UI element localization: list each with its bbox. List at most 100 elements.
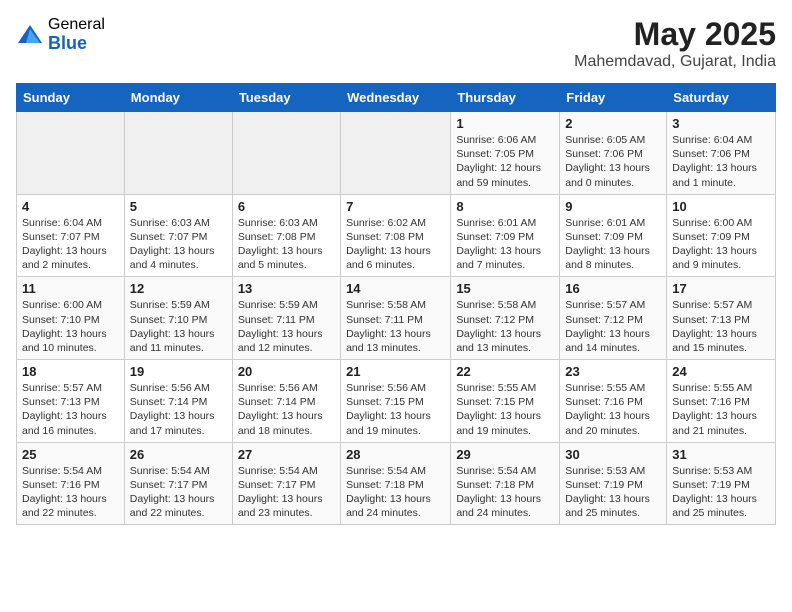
day-info: Sunrise: 6:06 AMSunset: 7:05 PMDaylight:… <box>456 133 554 190</box>
day-info: Sunrise: 5:59 AMSunset: 7:11 PMDaylight:… <box>238 298 335 355</box>
calendar-cell: 7 Sunrise: 6:02 AMSunset: 7:08 PMDaylight… <box>341 194 451 277</box>
day-info: Sunrise: 5:57 AMSunset: 7:13 PMDaylight:… <box>22 381 119 438</box>
calendar-week-row: 1 Sunrise: 6:06 AMSunset: 7:05 PMDaylight… <box>17 112 776 195</box>
day-info: Sunrise: 6:01 AMSunset: 7:09 PMDaylight:… <box>456 216 554 273</box>
day-number: 15 <box>456 281 554 296</box>
day-info: Sunrise: 5:59 AMSunset: 7:10 PMDaylight:… <box>130 298 227 355</box>
weekday-header: Sunday <box>17 84 125 112</box>
calendar-cell: 13 Sunrise: 5:59 AMSunset: 7:11 PMDayligh… <box>232 277 340 360</box>
day-number: 26 <box>130 447 227 462</box>
day-number: 16 <box>565 281 661 296</box>
day-number: 31 <box>672 447 770 462</box>
calendar-cell: 22 Sunrise: 5:55 AMSunset: 7:15 PMDayligh… <box>451 360 560 443</box>
day-info: Sunrise: 6:04 AMSunset: 7:06 PMDaylight:… <box>672 133 770 190</box>
day-info: Sunrise: 5:56 AMSunset: 7:14 PMDaylight:… <box>238 381 335 438</box>
calendar-cell <box>232 112 340 195</box>
day-number: 18 <box>22 364 119 379</box>
day-number: 3 <box>672 116 770 131</box>
calendar-cell: 9Sunrise: 6:01 AMSunset: 7:09 PMDaylight… <box>560 194 667 277</box>
day-info: Sunrise: 5:54 AMSunset: 7:17 PMDaylight:… <box>238 464 335 521</box>
calendar-cell: 30 Sunrise: 5:53 AMSunset: 7:19 PMDayligh… <box>560 442 667 525</box>
day-number: 11 <box>22 281 119 296</box>
day-number: 13 <box>238 281 335 296</box>
calendar-week-row: 4 Sunrise: 6:04 AMSunset: 7:07 PMDaylight… <box>17 194 776 277</box>
day-number: 6 <box>238 199 335 214</box>
day-number: 19 <box>130 364 227 379</box>
day-number: 24 <box>672 364 770 379</box>
weekday-header: Wednesday <box>341 84 451 112</box>
calendar-cell: 4 Sunrise: 6:04 AMSunset: 7:07 PMDaylight… <box>17 194 125 277</box>
calendar-cell: 12 Sunrise: 5:59 AMSunset: 7:10 PMDayligh… <box>124 277 232 360</box>
calendar-cell: 1 Sunrise: 6:06 AMSunset: 7:05 PMDaylight… <box>451 112 560 195</box>
day-number: 1 <box>456 116 554 131</box>
day-number: 12 <box>130 281 227 296</box>
day-info: Sunrise: 5:54 AMSunset: 7:16 PMDaylight:… <box>22 464 119 521</box>
weekday-header: Friday <box>560 84 667 112</box>
day-info: Sunrise: 5:56 AMSunset: 7:14 PMDaylight:… <box>130 381 227 438</box>
logo: General Blue <box>16 16 105 53</box>
day-info: Sunrise: 5:57 AMSunset: 7:12 PMDaylight:… <box>565 298 661 355</box>
calendar-cell: 19 Sunrise: 5:56 AMSunset: 7:14 PMDayligh… <box>124 360 232 443</box>
day-info: Sunrise: 5:56 AMSunset: 7:15 PMDaylight:… <box>346 381 445 438</box>
day-number: 25 <box>22 447 119 462</box>
calendar-week-row: 18 Sunrise: 5:57 AMSunset: 7:13 PMDayligh… <box>17 360 776 443</box>
day-number: 20 <box>238 364 335 379</box>
weekday-header-row: SundayMondayTuesdayWednesdayThursdayFrid… <box>17 84 776 112</box>
calendar-table: SundayMondayTuesdayWednesdayThursdayFrid… <box>16 83 776 525</box>
day-number: 10 <box>672 199 770 214</box>
logo-text: General Blue <box>48 16 105 53</box>
day-number: 5 <box>130 199 227 214</box>
calendar-cell: 15 Sunrise: 5:58 AMSunset: 7:12 PMDayligh… <box>451 277 560 360</box>
calendar-cell: 5 Sunrise: 6:03 AMSunset: 7:07 PMDaylight… <box>124 194 232 277</box>
calendar-cell: 3 Sunrise: 6:04 AMSunset: 7:06 PMDaylight… <box>667 112 776 195</box>
day-number: 22 <box>456 364 554 379</box>
day-number: 21 <box>346 364 445 379</box>
calendar-cell: 24Sunrise: 5:55 AMSunset: 7:16 PMDayligh… <box>667 360 776 443</box>
day-number: 27 <box>238 447 335 462</box>
calendar-cell: 29 Sunrise: 5:54 AMSunset: 7:18 PMDayligh… <box>451 442 560 525</box>
day-info: Sunrise: 5:55 AMSunset: 7:16 PMDaylight:… <box>565 381 661 438</box>
calendar-cell: 20 Sunrise: 5:56 AMSunset: 7:14 PMDayligh… <box>232 360 340 443</box>
calendar-cell: 10 Sunrise: 6:00 AMSunset: 7:09 PMDayligh… <box>667 194 776 277</box>
calendar-cell: 26Sunrise: 5:54 AMSunset: 7:17 PMDayligh… <box>124 442 232 525</box>
day-info: Sunrise: 5:53 AMSunset: 7:19 PMDaylight:… <box>672 464 770 521</box>
day-info: Sunrise: 6:00 AMSunset: 7:09 PMDaylight:… <box>672 216 770 273</box>
calendar-cell: 8 Sunrise: 6:01 AMSunset: 7:09 PMDaylight… <box>451 194 560 277</box>
day-info: Sunrise: 5:53 AMSunset: 7:19 PMDaylight:… <box>565 464 661 521</box>
day-info: Sunrise: 5:54 AMSunset: 7:18 PMDaylight:… <box>346 464 445 521</box>
calendar-cell: 17Sunrise: 5:57 AMSunset: 7:13 PMDayligh… <box>667 277 776 360</box>
weekday-header: Monday <box>124 84 232 112</box>
day-number: 4 <box>22 199 119 214</box>
calendar-cell <box>341 112 451 195</box>
day-number: 2 <box>565 116 661 131</box>
calendar-cell: 6 Sunrise: 6:03 AMSunset: 7:08 PMDaylight… <box>232 194 340 277</box>
day-number: 29 <box>456 447 554 462</box>
calendar-week-row: 25 Sunrise: 5:54 AMSunset: 7:16 PMDayligh… <box>17 442 776 525</box>
day-number: 23 <box>565 364 661 379</box>
day-info: Sunrise: 6:00 AMSunset: 7:10 PMDaylight:… <box>22 298 119 355</box>
day-number: 30 <box>565 447 661 462</box>
day-info: Sunrise: 5:58 AMSunset: 7:12 PMDaylight:… <box>456 298 554 355</box>
day-number: 8 <box>456 199 554 214</box>
logo-icon <box>16 21 44 49</box>
day-info: Sunrise: 5:54 AMSunset: 7:18 PMDaylight:… <box>456 464 554 521</box>
day-info: Sunrise: 6:03 AMSunset: 7:08 PMDaylight:… <box>238 216 335 273</box>
day-number: 17 <box>672 281 770 296</box>
calendar-cell: 31 Sunrise: 5:53 AMSunset: 7:19 PMDayligh… <box>667 442 776 525</box>
day-info: Sunrise: 6:03 AMSunset: 7:07 PMDaylight:… <box>130 216 227 273</box>
title-block: May 2025 Mahemdavad, Gujarat, India <box>574 16 776 71</box>
day-info: Sunrise: 6:04 AMSunset: 7:07 PMDaylight:… <box>22 216 119 273</box>
calendar-cell: 16 Sunrise: 5:57 AMSunset: 7:12 PMDayligh… <box>560 277 667 360</box>
day-info: Sunrise: 6:02 AMSunset: 7:08 PMDaylight:… <box>346 216 445 273</box>
weekday-header: Saturday <box>667 84 776 112</box>
day-info: Sunrise: 6:05 AMSunset: 7:06 PMDaylight:… <box>565 133 661 190</box>
day-number: 7 <box>346 199 445 214</box>
calendar-cell <box>17 112 125 195</box>
month-year: May 2025 <box>574 16 776 53</box>
calendar-cell: 27 Sunrise: 5:54 AMSunset: 7:17 PMDayligh… <box>232 442 340 525</box>
day-info: Sunrise: 5:55 AMSunset: 7:15 PMDaylight:… <box>456 381 554 438</box>
calendar-cell: 14Sunrise: 5:58 AMSunset: 7:11 PMDayligh… <box>341 277 451 360</box>
calendar-cell: 21 Sunrise: 5:56 AMSunset: 7:15 PMDayligh… <box>341 360 451 443</box>
calendar-cell: 18 Sunrise: 5:57 AMSunset: 7:13 PMDayligh… <box>17 360 125 443</box>
calendar-cell <box>124 112 232 195</box>
